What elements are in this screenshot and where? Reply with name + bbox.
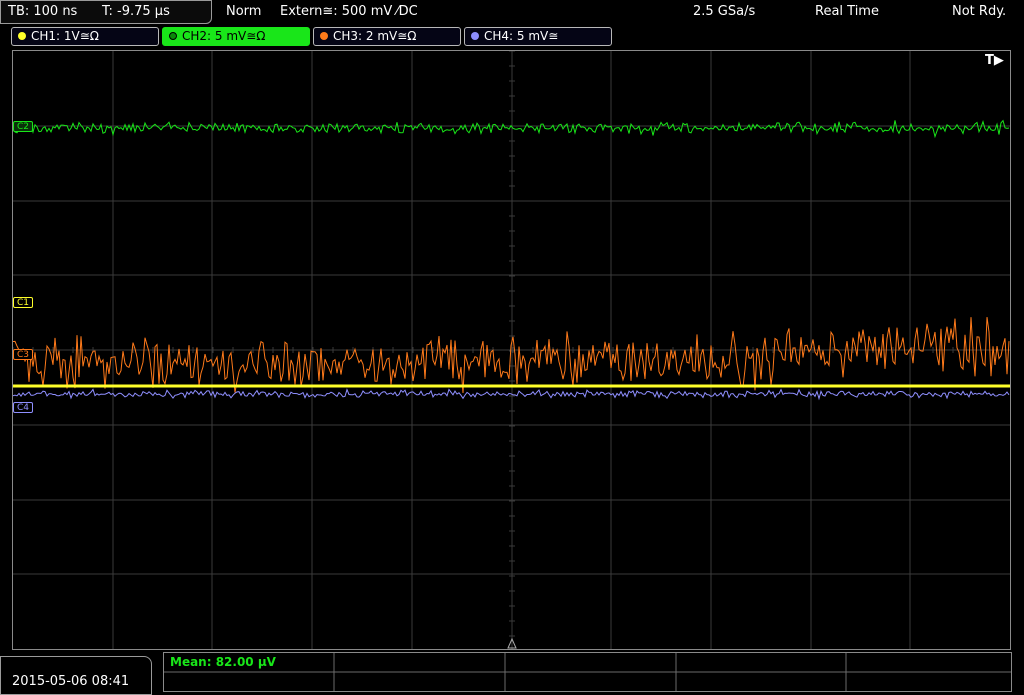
channel-4-button[interactable]: CH4: 5 mV≅ xyxy=(464,27,612,46)
channel-3-label: CH3: 2 mV≅Ω xyxy=(333,29,417,43)
channel-bar: CH1: 1V≅Ω CH2: 5 mV≅Ω CH3: 2 mV≅Ω CH4: 5… xyxy=(0,26,1024,48)
channel-4-trace xyxy=(13,388,1010,401)
channel-1-button[interactable]: CH1: 1V≅Ω xyxy=(11,27,159,46)
channel-2-button[interactable]: CH2: 5 mV≅Ω xyxy=(162,27,310,46)
channel-2-dot-icon xyxy=(169,32,177,40)
mean-measurement-value: Mean: 82.00 µV xyxy=(170,655,276,669)
waveform-canvas xyxy=(13,51,1010,649)
top-status-bar: TB: 100 ns T: -9.75 µs Norm Extern≅: 500… xyxy=(0,0,1024,25)
channel-3-dot-icon xyxy=(320,32,328,40)
channel-3-trace xyxy=(13,317,1010,394)
trigger-source-label[interactable]: Extern≅: 500 mV ⁄DC xyxy=(280,4,418,19)
channel-4-label: CH4: 5 mV≅ xyxy=(484,29,559,43)
channel-4-dot-icon xyxy=(471,32,479,40)
channel-4-offset-marker[interactable]: C4 xyxy=(13,402,34,413)
channel-1-label: CH1: 1V≅Ω xyxy=(31,29,99,43)
trigger-indicator-icon: T▶ xyxy=(985,53,1004,68)
channel-1-offset-marker[interactable]: C1 xyxy=(13,297,34,308)
trigger-mode-label[interactable]: Norm xyxy=(226,4,261,19)
channel-3-offset-marker[interactable]: C3 xyxy=(13,349,34,360)
channel-3-button[interactable]: CH3: 2 mV≅Ω xyxy=(313,27,461,46)
acquisition-state-label: Not Rdy. xyxy=(952,4,1007,19)
measurement-panel[interactable] xyxy=(163,652,1012,692)
datetime-label: 2015-05-06 08:41 xyxy=(12,674,130,689)
timebase-label[interactable]: TB: 100 ns xyxy=(8,4,77,19)
channel-2-label: CH2: 5 mV≅Ω xyxy=(182,29,266,43)
trigger-position-label[interactable]: T: -9.75 µs xyxy=(102,4,170,19)
channel-2-trace xyxy=(13,119,1010,139)
channel-1-dot-icon xyxy=(18,32,26,40)
waveform-display[interactable] xyxy=(12,50,1011,650)
sample-rate-label[interactable]: 2.5 GSa/s xyxy=(693,4,755,19)
channel-2-offset-marker[interactable]: C2 xyxy=(13,121,34,132)
acquisition-mode-label[interactable]: Real Time xyxy=(815,4,879,19)
